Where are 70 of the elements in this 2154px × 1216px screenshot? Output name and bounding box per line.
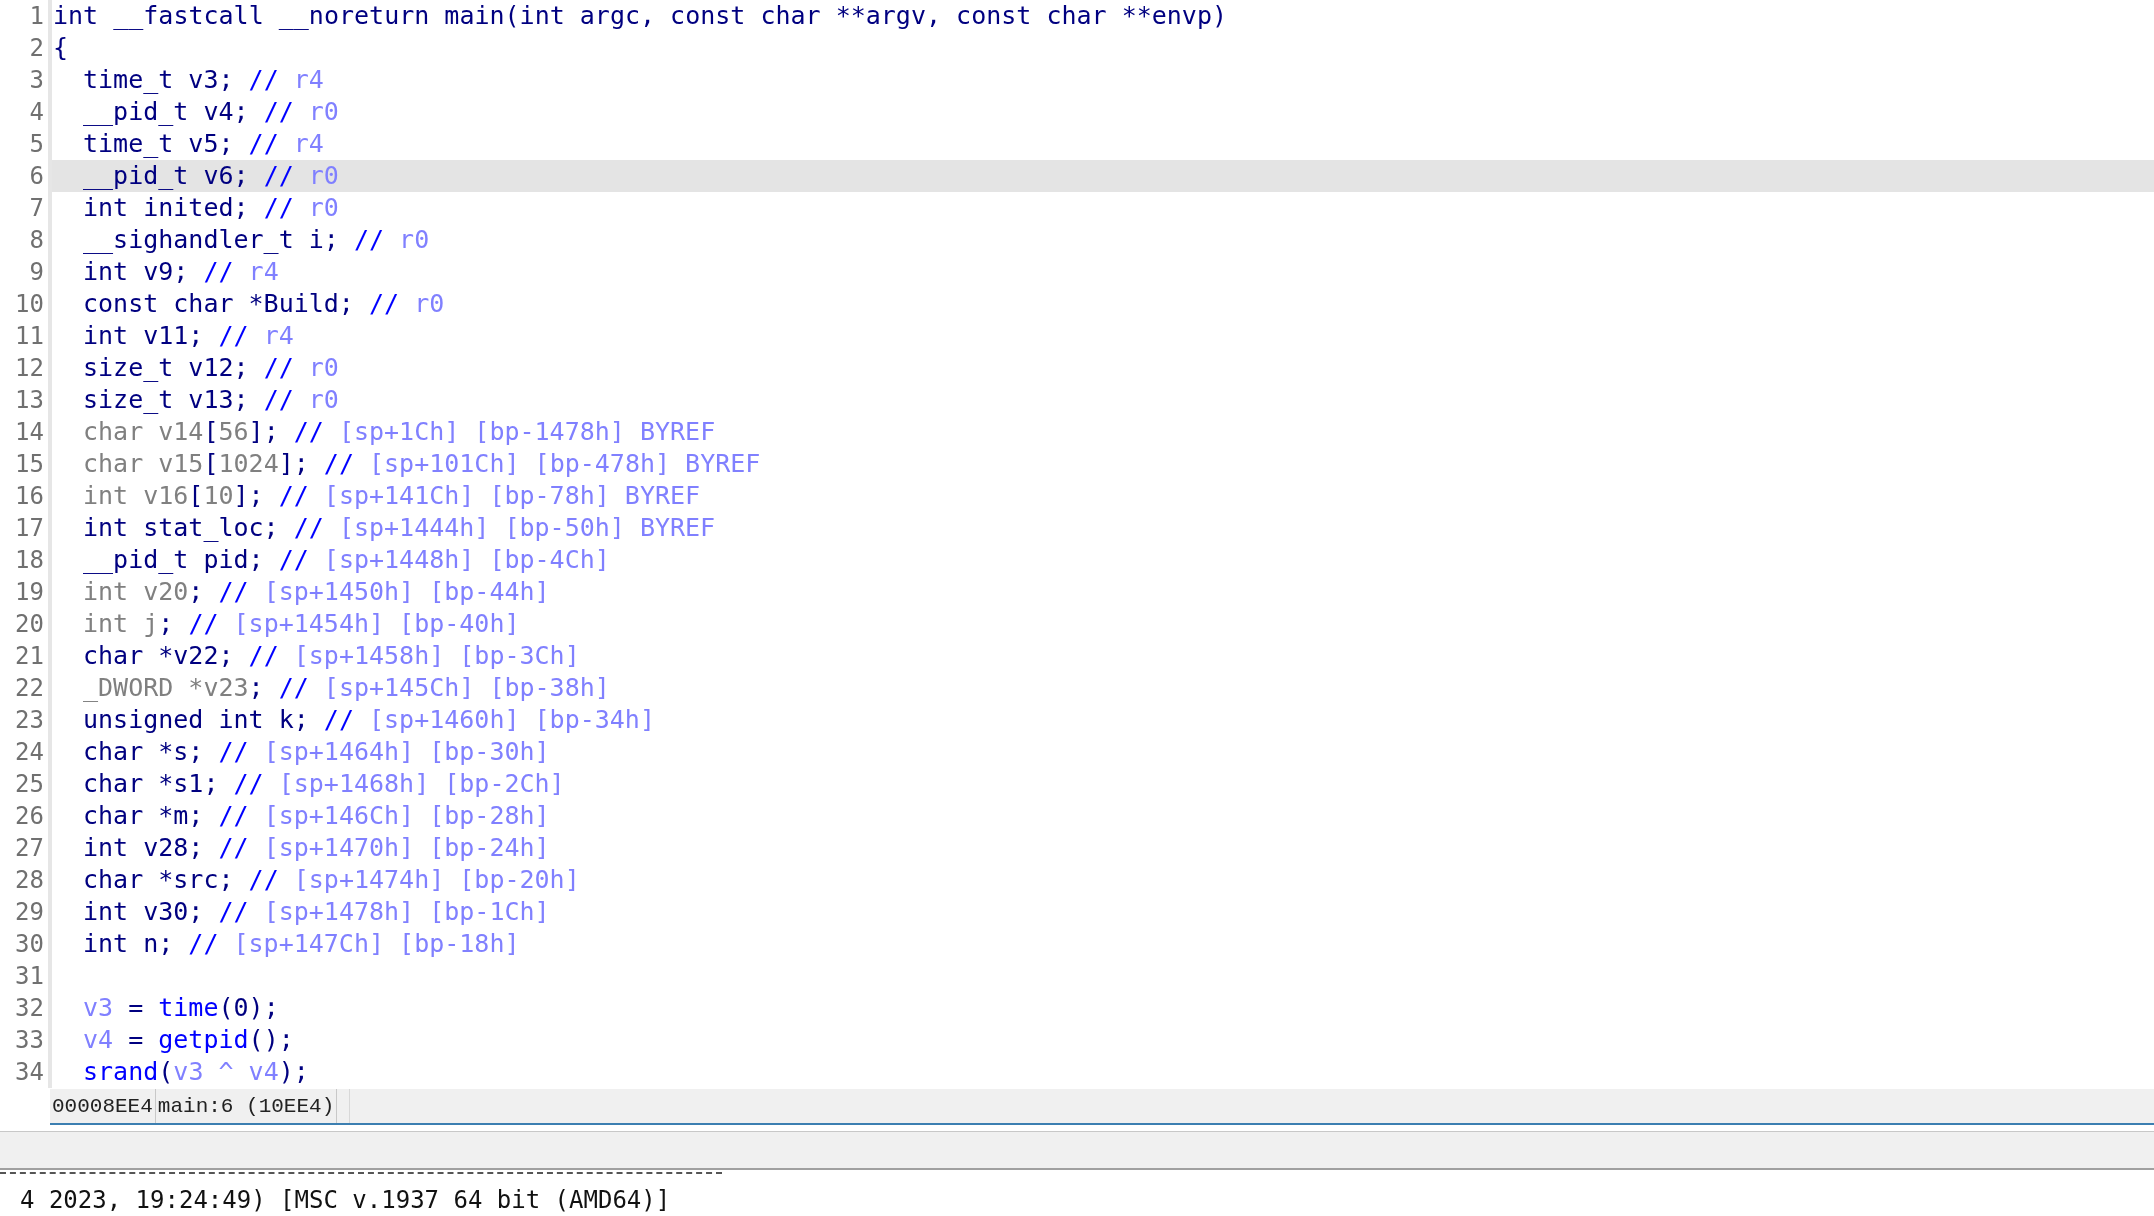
line-number: 11	[14, 321, 45, 352]
location-label: main:6 (10EE4)	[155, 1089, 338, 1123]
output-line: 4 2023, 19:24:49) [MSC v.1937 64 bit (AMD64)]	[19, 1185, 672, 1216]
line-number: 2	[28, 33, 45, 64]
line-number: 12	[14, 353, 45, 384]
line-number: 10	[14, 289, 45, 320]
line-number: 13	[14, 385, 45, 416]
code-line: int __fastcall __noreturn main(int argc, const char **argv, const char **envp)	[52, 0, 1228, 32]
code-line: __pid_t pid; // [sp+1448h] [bp-4Ch]	[82, 544, 611, 576]
code-line: char *s1; // [sp+1468h] [bp-2Ch]	[82, 768, 566, 800]
code-line: const char *Build; // r0	[82, 288, 446, 320]
code-line: int v9; // r4	[82, 256, 280, 288]
line-number: 4	[28, 97, 45, 128]
line-number: 6	[28, 161, 45, 192]
line-number: 32	[14, 993, 45, 1024]
line-number: 16	[14, 481, 45, 512]
code-line: char *m; // [sp+146Ch] [bp-28h]	[82, 800, 551, 832]
line-number: 26	[14, 801, 45, 832]
line-number: 7	[28, 193, 45, 224]
code-line: int v20; // [sp+1450h] [bp-44h]	[82, 576, 551, 608]
line-number: 27	[14, 833, 45, 864]
line-number: 15	[14, 449, 45, 480]
line-number: 8	[28, 225, 45, 256]
line-number: 3	[28, 65, 45, 96]
code-line: _DWORD *v23; // [sp+145Ch] [bp-38h]	[82, 672, 611, 704]
code-line: size_t v12; // r0	[82, 352, 340, 384]
line-number: 1	[28, 1, 45, 32]
code-line: v4 = getpid();	[82, 1024, 295, 1056]
code-line: int v30; // [sp+1478h] [bp-1Ch]	[82, 896, 551, 928]
code-line: size_t v13; // r0	[82, 384, 340, 416]
line-number: 25	[14, 769, 45, 800]
line-number: 28	[14, 865, 45, 896]
code-line: {	[52, 32, 70, 64]
line-number: 29	[14, 897, 45, 928]
code-line: int stat_loc; // [sp+1444h] [bp-50h] BYREF	[82, 512, 717, 544]
splitter-bar[interactable]	[0, 1131, 2154, 1170]
code-line: srand(v3 ^ v4);	[82, 1056, 310, 1088]
code-line: time_t v5; // r4	[82, 128, 325, 160]
code-line: int inited; // r0	[82, 192, 340, 224]
code-line: char v14[56]; // [sp+1Ch] [bp-1478h] BYREF	[82, 416, 717, 448]
line-number: 14	[14, 417, 45, 448]
line-number: 23	[14, 705, 45, 736]
code-line: int v11; // r4	[82, 320, 295, 352]
line-number: 18	[14, 545, 45, 576]
line-number: 22	[14, 673, 45, 704]
code-line: char v15[1024]; // [sp+101Ch] [bp-478h] BYREF	[82, 448, 762, 480]
line-number: 9	[28, 257, 45, 288]
line-number: 20	[14, 609, 45, 640]
code-line: __pid_t v4; // r0	[82, 96, 340, 128]
line-number: 31	[14, 961, 45, 992]
line-number: 17	[14, 513, 45, 544]
address-label: 00008EE4	[50, 1089, 156, 1123]
code-line: __sighandler_t i; // r0	[82, 224, 431, 256]
code-line: int j; // [sp+1454h] [bp-40h]	[82, 608, 521, 640]
line-number: 5	[28, 129, 45, 160]
code-line: int v16[10]; // [sp+141Ch] [bp-78h] BYREF	[82, 480, 702, 512]
code-line: int v28; // [sp+1470h] [bp-24h]	[82, 832, 551, 864]
code-line: char *src; // [sp+1474h] [bp-20h]	[82, 864, 581, 896]
code-line: time_t v3; // r4	[82, 64, 325, 96]
code-line: v3 = time(0);	[82, 992, 280, 1024]
code-line: int n; // [sp+147Ch] [bp-18h]	[82, 928, 521, 960]
line-number: 33	[14, 1025, 45, 1056]
line-number: 19	[14, 577, 45, 608]
line-number: 34	[14, 1057, 45, 1088]
code-line: char *s; // [sp+1464h] [bp-30h]	[82, 736, 551, 768]
line-number: 21	[14, 641, 45, 672]
code-line: unsigned int k; // [sp+1460h] [bp-34h]	[82, 704, 656, 736]
line-number: 24	[14, 737, 45, 768]
line-number: 30	[14, 929, 45, 960]
code-line: char *v22; // [sp+1458h] [bp-3Ch]	[82, 640, 581, 672]
